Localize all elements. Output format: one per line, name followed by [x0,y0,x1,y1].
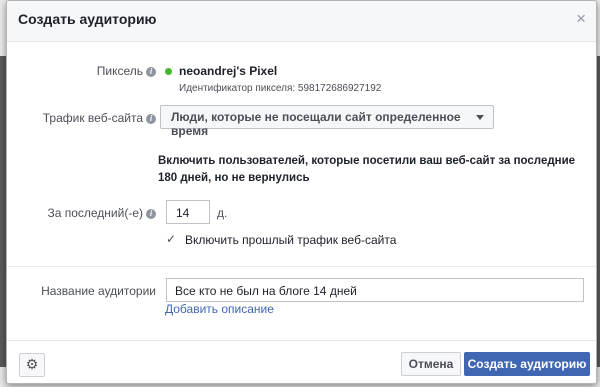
dialog-header: Создать аудиторию × [7,1,596,42]
days-unit: д. [217,206,228,220]
traffic-select-value: Люди, которые не посещали сайт определен… [171,110,461,138]
days-input[interactable]: 14 [166,200,210,224]
pixel-label-row: Пиксель i [97,64,156,78]
cancel-button[interactable]: Отмена [401,352,461,376]
period-label: За последний(-е) [47,206,143,220]
pixel-status-dot [165,68,172,75]
info-icon[interactable]: i [146,66,156,77]
info-icon[interactable]: i [146,208,156,219]
chevron-down-icon [476,115,484,120]
gear-icon[interactable]: ⚙ [19,353,45,377]
close-icon[interactable]: × [576,10,586,28]
traffic-description: Включить пользователей, которые посетили… [158,155,576,184]
pixel-label: Пиксель [96,64,143,78]
pixel-name: neoandrej's Pixel [179,64,278,78]
pixel-id: Идентификатор пикселя: 598172686927192 [179,83,382,94]
checkmark-icon[interactable]: ✓ [166,233,178,245]
traffic-select[interactable]: Люди, которые не посещали сайт определен… [160,105,494,138]
audience-name-input[interactable]: Все кто не был на блоге 14 дней [166,278,584,302]
divider [7,266,596,267]
dialog-title: Создать аудиторию [18,11,157,27]
create-audience-button[interactable]: Создать аудиторию [464,352,590,376]
info-icon[interactable]: i [146,113,156,124]
audience-name-label: Название аудитории [41,284,156,298]
traffic-label-row: Трафик веб-сайта i [43,111,156,125]
create-audience-dialog: Создать аудиторию × Пиксель i neoandrej's… [6,0,597,384]
period-label-row: За последний(-е) i [47,206,156,220]
past-traffic-label[interactable]: Включить прошлый трафик веб-сайта [185,233,396,247]
dialog-footer: ⚙ Отмена Создать аудиторию [7,340,596,383]
add-description-link[interactable]: Добавить описание [165,302,274,316]
traffic-label: Трафик веб-сайта [42,111,143,125]
